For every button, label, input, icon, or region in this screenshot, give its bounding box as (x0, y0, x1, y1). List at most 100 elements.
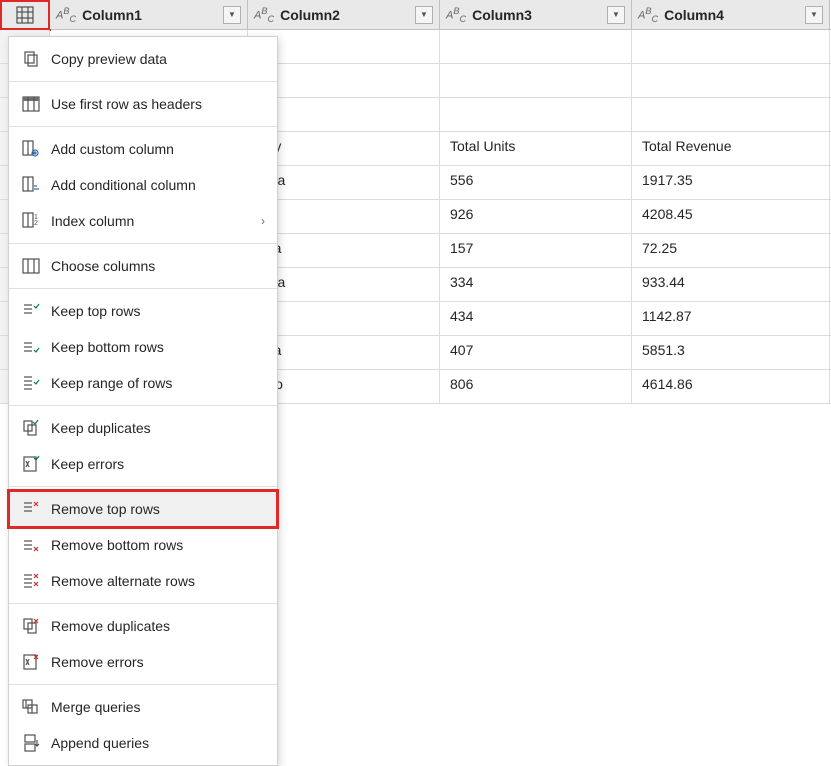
abc-type-icon: ABC (254, 6, 274, 24)
keep-duplicates-icon (21, 418, 41, 438)
menu-separator (9, 684, 277, 685)
menu-label: Add custom column (51, 141, 265, 157)
cell[interactable]: 334 (440, 268, 632, 301)
menu-label: Append queries (51, 735, 265, 751)
menu-add-conditional-column[interactable]: Add conditional column (9, 167, 277, 203)
keep-errors-icon (21, 454, 41, 474)
copy-icon (21, 49, 41, 69)
choose-columns-icon (21, 256, 41, 276)
remove-alternate-rows-icon (21, 571, 41, 591)
column-filter-button[interactable]: ▼ (223, 6, 241, 24)
menu-label: Use first row as headers (51, 96, 265, 112)
column-header-row: ABC Column1 ▼ ABC Column2 ▼ ABC Column3 … (0, 0, 831, 30)
menu-label: Copy preview data (51, 51, 265, 67)
cell[interactable] (632, 30, 830, 63)
column-header-2[interactable]: ABC Column2 ▼ (248, 0, 440, 29)
cell[interactable]: Total Revenue (632, 132, 830, 165)
menu-label: Remove bottom rows (51, 537, 265, 553)
menu-keep-errors[interactable]: Keep errors (9, 446, 277, 482)
remove-duplicates-icon (21, 616, 41, 636)
table-icon (16, 6, 34, 24)
cell[interactable] (440, 64, 632, 97)
table-header-icon (21, 94, 41, 114)
menu-keep-range-of-rows[interactable]: Keep range of rows (9, 365, 277, 401)
cell[interactable] (440, 98, 632, 131)
cell[interactable]: 4208.45 (632, 200, 830, 233)
menu-remove-errors[interactable]: Remove errors (9, 644, 277, 680)
menu-keep-top-rows[interactable]: Keep top rows (9, 293, 277, 329)
cell[interactable]: 1917.35 (632, 166, 830, 199)
column-filter-button[interactable]: ▼ (415, 6, 433, 24)
menu-separator (9, 603, 277, 604)
menu-copy-preview-data[interactable]: Copy preview data (9, 41, 277, 77)
keep-top-rows-icon (21, 301, 41, 321)
menu-separator (9, 81, 277, 82)
menu-label: Remove errors (51, 654, 265, 670)
keep-bottom-rows-icon (21, 337, 41, 357)
menu-label: Remove alternate rows (51, 573, 265, 589)
menu-remove-duplicates[interactable]: Remove duplicates (9, 608, 277, 644)
cell[interactable]: 72.25 (632, 234, 830, 267)
column-label: Column2 (280, 7, 411, 23)
menu-separator (9, 288, 277, 289)
menu-choose-columns[interactable]: Choose columns (9, 248, 277, 284)
menu-label: Keep range of rows (51, 375, 265, 391)
menu-label: Keep top rows (51, 303, 265, 319)
menu-separator (9, 405, 277, 406)
menu-label: Keep bottom rows (51, 339, 265, 355)
menu-remove-top-rows[interactable]: Remove top rows (9, 491, 277, 527)
index-column-icon: 12 (21, 211, 41, 231)
abc-type-icon: ABC (446, 6, 466, 24)
menu-remove-bottom-rows[interactable]: Remove bottom rows (9, 527, 277, 563)
menu-label: Add conditional column (51, 177, 265, 193)
keep-range-rows-icon (21, 373, 41, 393)
cell[interactable]: Total Units (440, 132, 632, 165)
cell[interactable]: 556 (440, 166, 632, 199)
menu-separator (9, 126, 277, 127)
column-label: Column3 (472, 7, 603, 23)
column-header-4[interactable]: ABC Column4 ▼ (632, 0, 830, 29)
cell[interactable] (440, 30, 632, 63)
menu-append-queries[interactable]: Append queries (9, 725, 277, 761)
menu-keep-duplicates[interactable]: Keep duplicates (9, 410, 277, 446)
cell[interactable]: 407 (440, 336, 632, 369)
cell[interactable]: 157 (440, 234, 632, 267)
menu-remove-alternate-rows[interactable]: Remove alternate rows (9, 563, 277, 599)
cell[interactable]: 1142.87 (632, 302, 830, 335)
cell[interactable]: 434 (440, 302, 632, 335)
menu-use-first-row-headers[interactable]: Use first row as headers (9, 86, 277, 122)
remove-bottom-rows-icon (21, 535, 41, 555)
conditional-column-icon (21, 175, 41, 195)
menu-label: Merge queries (51, 699, 265, 715)
menu-label: Keep errors (51, 456, 265, 472)
cell[interactable]: 933.44 (632, 268, 830, 301)
menu-separator (9, 243, 277, 244)
menu-keep-bottom-rows[interactable]: Keep bottom rows (9, 329, 277, 365)
column-header-3[interactable]: ABC Column3 ▼ (440, 0, 632, 29)
column-filter-button[interactable]: ▼ (805, 6, 823, 24)
remove-errors-icon (21, 652, 41, 672)
column-header-1[interactable]: ABC Column1 ▼ (50, 0, 248, 29)
add-column-gear-icon (21, 139, 41, 159)
menu-add-custom-column[interactable]: Add custom column (9, 131, 277, 167)
cell[interactable]: 806 (440, 370, 632, 403)
merge-queries-icon (21, 697, 41, 717)
cell[interactable]: 4614.86 (632, 370, 830, 403)
column-label: Column4 (664, 7, 801, 23)
table-context-menu: Copy preview data Use first row as heade… (8, 36, 278, 766)
cell[interactable]: 926 (440, 200, 632, 233)
cell[interactable] (632, 64, 830, 97)
cell[interactable] (632, 98, 830, 131)
abc-type-icon: ABC (638, 6, 658, 24)
menu-label: Remove duplicates (51, 618, 265, 634)
menu-index-column[interactable]: 12 Index column › (9, 203, 277, 239)
table-corner-button[interactable] (0, 0, 50, 30)
cell[interactable]: 5851.3 (632, 336, 830, 369)
menu-label: Index column (51, 213, 251, 229)
append-queries-icon (21, 733, 41, 753)
menu-label: Keep duplicates (51, 420, 265, 436)
menu-separator (9, 486, 277, 487)
menu-label: Choose columns (51, 258, 265, 274)
column-filter-button[interactable]: ▼ (607, 6, 625, 24)
menu-merge-queries[interactable]: Merge queries (9, 689, 277, 725)
